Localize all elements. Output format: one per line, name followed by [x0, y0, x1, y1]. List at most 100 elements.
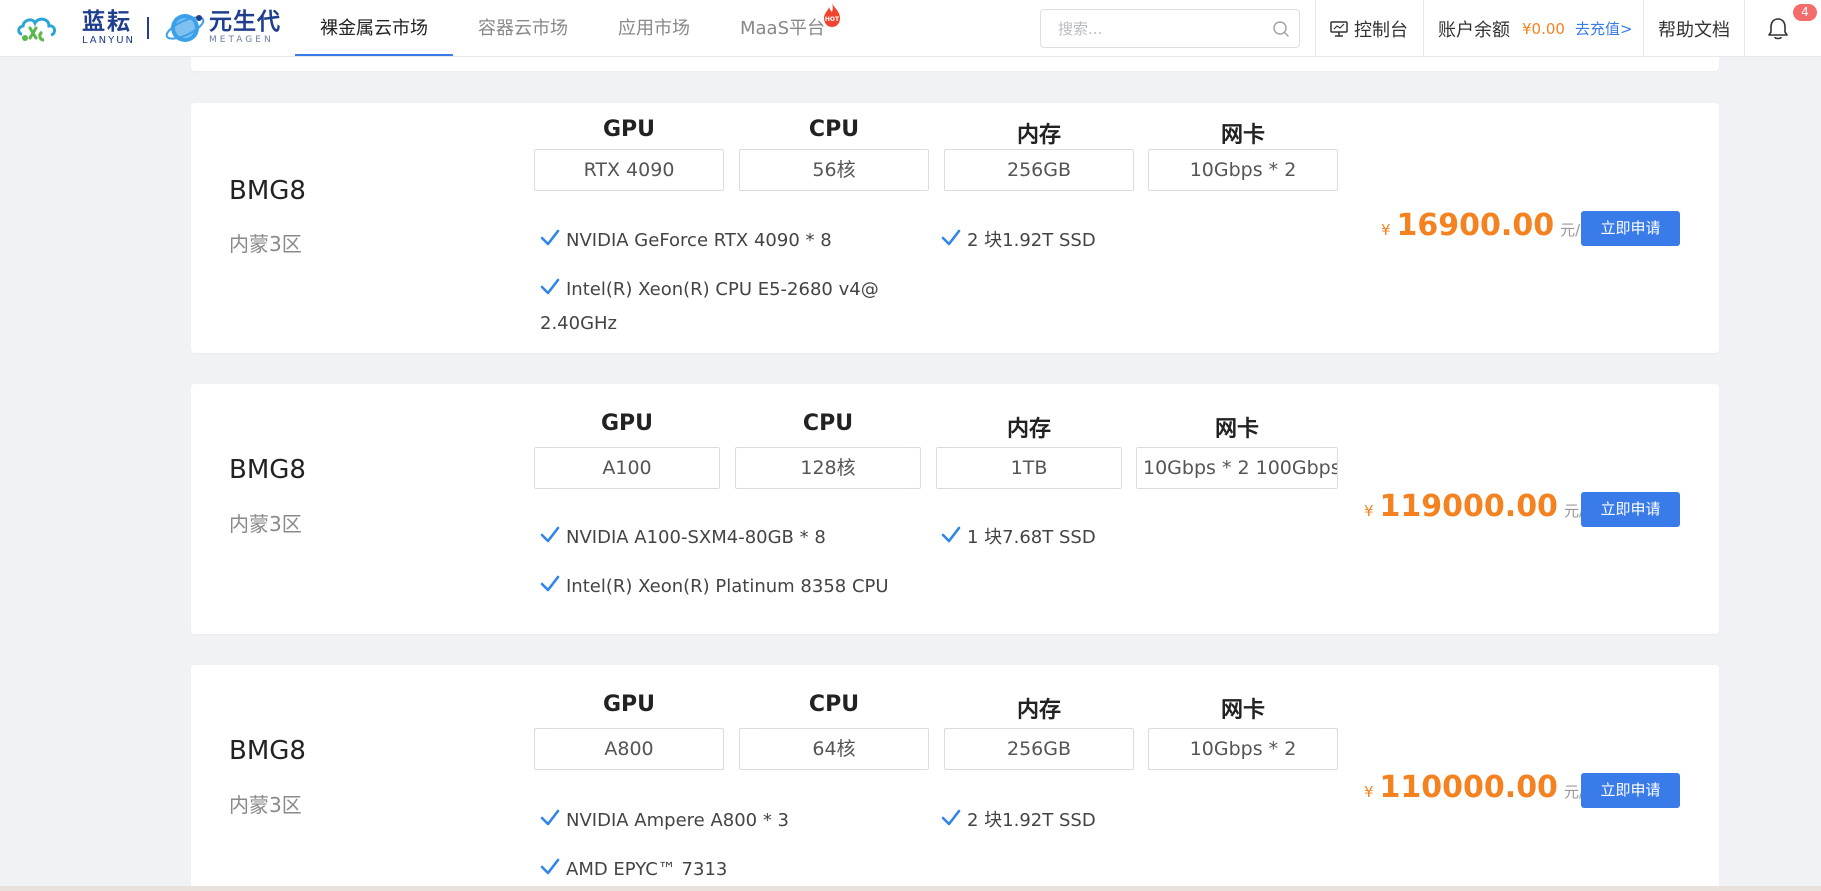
hot-flame-icon: HOT [824, 3, 840, 27]
product-card: BMG8 内蒙3区 GPU CPU 内存 网卡 A800 64核 256GB 1… [191, 665, 1719, 891]
notification-count-badge: 4 [1793, 4, 1817, 21]
feature-text: 2 块1.92T SSD [967, 810, 1096, 831]
product-region: 内蒙3区 [229, 793, 302, 817]
feature-disk: 2 块1.92T SSD [941, 224, 1096, 258]
product-region: 内蒙3区 [229, 512, 302, 536]
console-link[interactable]: 控制台 [1315, 0, 1423, 57]
nav-label: 容器云市场 [478, 18, 568, 39]
price-value: 119000.00 [1379, 489, 1558, 524]
product-name: BMG8 [229, 736, 306, 766]
spec-header-cpu: CPU [808, 117, 860, 142]
product-card: BMG8 内蒙3区 GPU CPU 内存 网卡 RTX 4090 56核 256… [191, 103, 1719, 353]
help-label: 帮助文档 [1658, 19, 1730, 41]
page-bottom-edge [0, 886, 1821, 891]
product-region: 内蒙3区 [229, 232, 302, 256]
feature-text: NVIDIA Ampere A800 * 3 [566, 810, 790, 831]
price-value: 110000.00 [1379, 770, 1558, 805]
logo-divider [147, 17, 150, 39]
feature-cpu: Intel(R) Xeon(R) CPU E5-2680 v4@ 2.40GHz [540, 273, 900, 341]
feature-text: NVIDIA A100-SXM4-80GB * 8 [566, 527, 826, 548]
feature-text: Intel(R) Xeon(R) CPU E5-2680 v4@ 2.40GHz [540, 279, 879, 334]
nav-container-market[interactable]: 容器云市场 [453, 0, 593, 57]
notifications-button[interactable]: 4 [1744, 0, 1821, 57]
spec-header-nic: 网卡 [1220, 698, 1265, 723]
search-box[interactable] [1040, 9, 1300, 48]
price: ¥16900.00 元/月 [1381, 208, 1595, 243]
spec-cpu-value: 128核 [735, 447, 921, 489]
apply-button[interactable]: 立即申请 [1581, 773, 1680, 808]
metagen-name: 元生代 [209, 9, 282, 35]
check-icon [540, 858, 560, 875]
feature-cpu: Intel(R) Xeon(R) Platinum 8358 CPU [540, 570, 889, 604]
currency-symbol: ¥ [1364, 502, 1374, 520]
nav-app-market[interactable]: 应用市场 [593, 0, 715, 57]
spec-header-gpu: GPU [602, 117, 656, 142]
check-icon [540, 278, 560, 295]
price-value: 16900.00 [1396, 208, 1555, 243]
check-icon [540, 526, 560, 543]
spec-nic-value: 10Gbps * 2 [1148, 728, 1338, 770]
spec-nic-value: 10Gbps * 2 [1148, 149, 1338, 191]
check-icon [540, 575, 560, 592]
feature-gpu: NVIDIA Ampere A800 * 3 [540, 804, 789, 838]
top-navbar: 蓝耘 LANYUN 元生代 METAGEN 裸金属云市场 容器云市场 应用市场 … [0, 0, 1821, 57]
balance-label: 账户余额 [1438, 19, 1510, 41]
feature-text: Intel(R) Xeon(R) Platinum 8358 CPU [566, 576, 889, 597]
nav-maas-platform[interactable]: MaaS平台 HOT [715, 0, 850, 57]
currency-symbol: ¥ [1364, 783, 1374, 801]
price: ¥110000.00元/月 [1364, 770, 1599, 805]
product-name: BMG8 [229, 176, 306, 206]
spec-cpu-value: 56核 [739, 149, 929, 191]
nav-label: 裸金属云市场 [320, 18, 428, 39]
spec-gpu-value: A100 [534, 447, 720, 489]
spec-header-nic: 网卡 [1214, 417, 1259, 442]
check-icon [941, 229, 961, 246]
nav-label: MaaS平台 [740, 18, 826, 39]
feature-text: NVIDIA GeForce RTX 4090 * 8 [566, 230, 832, 251]
product-name: BMG8 [229, 455, 306, 485]
currency-symbol: ¥ [1381, 221, 1391, 239]
feature-text: AMD EPYC™ 7313 [566, 859, 728, 880]
spec-memory-value: 1TB [936, 447, 1122, 489]
spec-header-memory: 内存 [1016, 123, 1061, 148]
nav-bare-metal-market[interactable]: 裸金属云市场 [295, 0, 453, 57]
metagen-logo-icon [165, 14, 205, 42]
feature-disk: 2 块1.92T SSD [941, 804, 1096, 838]
spec-cpu-value: 64核 [739, 728, 929, 770]
account-balance: 账户余额 ¥0.00 去充值> [1423, 0, 1643, 57]
feature-disk: 1 块7.68T SSD [941, 521, 1096, 555]
spec-header-cpu: CPU [802, 411, 854, 436]
monitor-icon [1330, 20, 1348, 37]
feature-gpu: NVIDIA GeForce RTX 4090 * 8 [540, 224, 832, 258]
apply-button[interactable]: 立即申请 [1581, 492, 1680, 527]
feature-gpu: NVIDIA A100-SXM4-80GB * 8 [540, 521, 826, 555]
spec-header-gpu: GPU [600, 411, 654, 436]
spec-header-nic: 网卡 [1220, 123, 1265, 148]
spec-nic-value: 10Gbps * 2 100Gbps * 4 [1136, 447, 1338, 489]
brand-logo[interactable]: 蓝耘 LANYUN 元生代 METAGEN [16, 7, 281, 49]
spec-header-cpu: CPU [808, 692, 860, 717]
spec-memory-value: 256GB [944, 728, 1134, 770]
help-docs-link[interactable]: 帮助文档 [1643, 0, 1744, 57]
check-icon [941, 809, 961, 826]
feature-cpu: AMD EPYC™ 7313 [540, 853, 727, 887]
lanyun-name-en: LANYUN [82, 34, 136, 46]
spec-header-memory: 内存 [1016, 698, 1061, 723]
apply-button[interactable]: 立即申请 [1581, 211, 1680, 246]
check-icon [941, 526, 961, 543]
search-icon[interactable] [1271, 19, 1291, 39]
spec-gpu-value: A800 [534, 728, 724, 770]
feature-text: 1 块7.68T SSD [967, 527, 1096, 548]
check-icon [540, 809, 560, 826]
hot-badge-label: HOT [825, 16, 840, 23]
spec-memory-value: 256GB [944, 149, 1134, 191]
spec-gpu-value: RTX 4090 [534, 149, 724, 191]
spec-header-gpu: GPU [602, 692, 656, 717]
lanyun-logo-icon [17, 17, 57, 42]
spec-header-memory: 内存 [1006, 417, 1051, 442]
search-input[interactable] [1058, 10, 1268, 47]
metagen-name-en: METAGEN [209, 35, 274, 45]
nav-label: 应用市场 [618, 18, 690, 39]
check-icon [540, 229, 560, 246]
recharge-link[interactable]: 去充值> [1575, 18, 1633, 39]
